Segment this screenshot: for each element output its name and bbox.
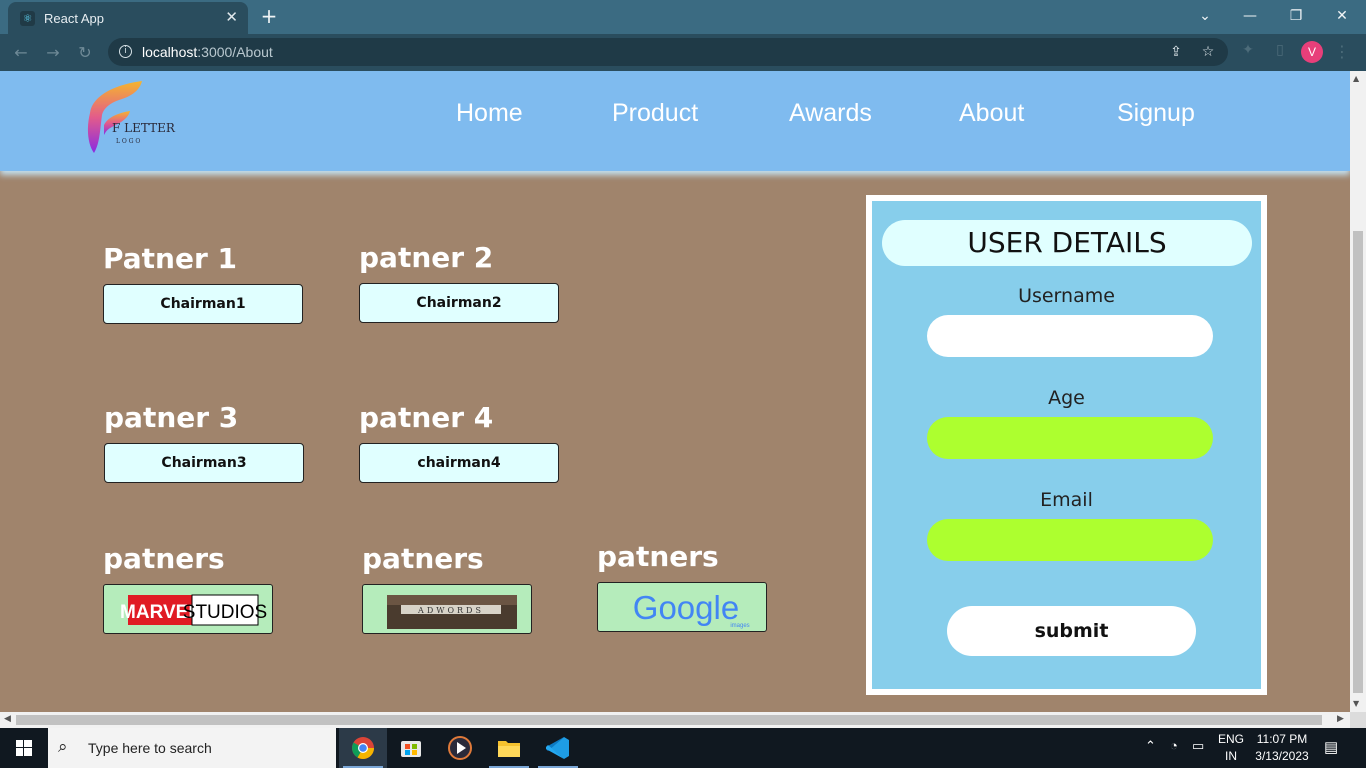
vscode-icon <box>546 737 569 759</box>
f-letter-logo[interactable]: F LETTER L O G O <box>82 79 192 157</box>
nav-awards-link[interactable]: Awards <box>789 99 872 128</box>
profile-avatar[interactable]: V <box>1301 41 1323 63</box>
partner-3-title: patner 3 <box>104 401 239 434</box>
vscode-taskbar-button[interactable] <box>534 728 582 768</box>
media-player-taskbar-button[interactable] <box>436 728 484 768</box>
chairman1-button[interactable]: Chairman1 <box>103 284 303 324</box>
email-input[interactable] <box>927 519 1213 561</box>
search-placeholder: Type here to search <box>88 740 212 756</box>
chairman2-button[interactable]: Chairman2 <box>359 283 559 323</box>
age-label: Age <box>1048 387 1085 409</box>
marvel-studios-logo-card[interactable]: MARVEL STUDIOS <box>103 584 273 634</box>
nav-signup-link[interactable]: Signup <box>1117 99 1195 128</box>
window-close-button[interactable]: ✕ <box>1322 5 1362 27</box>
notification-center-icon[interactable]: ▤ <box>1324 738 1338 756</box>
nav-product-link[interactable]: Product <box>612 99 698 128</box>
taskbar-search-box[interactable]: ⌕ Type here to search <box>48 728 336 768</box>
back-arrow-icon[interactable]: ← <box>10 42 32 64</box>
horizontal-scroll-thumb[interactable] <box>16 715 1322 725</box>
partners-title-marvel: patners <box>103 542 225 575</box>
svg-text:ADWORDS: ADWORDS <box>417 606 484 615</box>
age-input[interactable] <box>927 417 1213 459</box>
system-clock[interactable]: 11:07 PM 3/13/2023 <box>1250 731 1314 765</box>
partners-title-adwords: patners <box>362 542 484 575</box>
new-tab-button[interactable]: + <box>256 5 282 29</box>
media-player-icon <box>448 736 472 760</box>
file-explorer-taskbar-button[interactable] <box>485 728 533 768</box>
partner-4-title: patner 4 <box>359 401 494 434</box>
network-icon[interactable]: ◔ <box>1170 738 1178 753</box>
adwords-logo-card[interactable]: ADWORDS <box>362 584 532 634</box>
side-panel-icon[interactable]: ▯ <box>1270 42 1290 62</box>
logo-text: F LETTER <box>112 121 176 135</box>
battery-icon[interactable]: ▭ <box>1192 738 1204 754</box>
scroll-up-arrow-icon[interactable]: ▲ <box>1353 74 1359 83</box>
nav-home-link[interactable]: Home <box>456 99 523 128</box>
tab-search-icon[interactable]: ⌄ <box>1185 5 1225 27</box>
browser-tab[interactable]: ⚛ React App ✕ <box>8 2 248 34</box>
chairman4-button[interactable]: chairman4 <box>359 443 559 483</box>
scroll-right-arrow-icon[interactable]: ▶ <box>1337 714 1344 724</box>
adwords-logo: ADWORDS <box>387 595 517 629</box>
browser-toolbar: ← → ↻ i localhost:3000/About ⇪ ☆ ✦ ▯ V ⋮ <box>0 34 1366 71</box>
windows-taskbar: ⌕ Type here to search ⌃ ◔ ▭ ENG IN 11:07… <box>0 728 1366 768</box>
svg-text:Google: Google <box>633 589 739 626</box>
clock-time: 11:07 PM <box>1256 732 1308 746</box>
form-body: USER DETAILS Username Age Email submit <box>872 201 1261 689</box>
scrollbar-corner <box>1350 712 1366 728</box>
form-title: USER DETAILS <box>882 220 1252 266</box>
url-text[interactable]: localhost:3000/About <box>142 44 273 60</box>
store-icon <box>401 741 421 757</box>
scroll-left-arrow-icon[interactable]: ◀ <box>4 714 11 724</box>
tab-title: React App <box>44 11 104 26</box>
svg-text:images: images <box>730 623 749 629</box>
vertical-scroll-thumb[interactable] <box>1353 231 1363 693</box>
chrome-icon <box>352 737 374 759</box>
clock-date: 3/13/2023 <box>1255 749 1309 763</box>
partner-2-title: patner 2 <box>359 241 494 274</box>
start-button[interactable] <box>0 728 48 768</box>
page-viewport: F LETTER L O G O Home Product Awards Abo… <box>0 71 1350 712</box>
file-explorer-icon <box>498 741 520 757</box>
store-taskbar-button[interactable] <box>387 728 435 768</box>
marvel-studios-logo: MARVEL STUDIOS <box>120 594 267 626</box>
windows-logo-icon <box>16 740 32 756</box>
search-icon: ⌕ <box>58 737 68 757</box>
partners-title-google: patners <box>597 540 719 573</box>
browser-tab-strip: ⚛ React App ✕ + ⌄ — ❐ ✕ <box>0 0 1366 34</box>
horizontal-scrollbar[interactable]: ◀ ▶ <box>0 712 1350 728</box>
minimize-button[interactable]: — <box>1230 5 1270 27</box>
restore-button[interactable]: ❐ <box>1276 5 1316 27</box>
chrome-taskbar-button[interactable] <box>339 728 387 768</box>
scroll-down-arrow-icon[interactable]: ▼ <box>1353 699 1359 708</box>
nav-about-link[interactable]: About <box>959 99 1024 128</box>
reload-icon[interactable]: ↻ <box>74 42 96 64</box>
logo-subtext: L O G O <box>116 138 140 145</box>
site-info-icon[interactable]: i <box>119 45 132 58</box>
vertical-scrollbar[interactable]: ▲ ▼ <box>1350 71 1366 712</box>
forward-arrow-icon[interactable]: → <box>42 42 64 64</box>
tab-close-icon[interactable]: ✕ <box>225 8 238 26</box>
share-icon[interactable]: ⇪ <box>1166 43 1186 61</box>
browser-menu-icon[interactable]: ⋮ <box>1334 41 1350 63</box>
user-details-form: USER DETAILS Username Age Email submit <box>866 195 1267 695</box>
google-images-logo-card[interactable]: Google images <box>597 582 767 632</box>
email-label: Email <box>1040 489 1093 511</box>
address-bar[interactable]: i localhost:3000/About ⇪ ☆ <box>108 38 1228 66</box>
bookmark-star-icon[interactable]: ☆ <box>1198 43 1218 61</box>
show-hidden-icons-chevron-icon[interactable]: ⌃ <box>1145 738 1156 754</box>
google-logo: Google images <box>633 589 750 629</box>
username-input[interactable] <box>927 315 1213 357</box>
submit-button[interactable]: submit <box>947 606 1196 656</box>
extensions-puzzle-icon[interactable]: ✦ <box>1238 42 1258 62</box>
svg-text:STUDIOS: STUDIOS <box>183 602 267 623</box>
chairman3-button[interactable]: Chairman3 <box>104 443 304 483</box>
partner-1-title: Patner 1 <box>103 242 238 275</box>
input-language-indicator[interactable]: ENG IN <box>1214 731 1248 765</box>
username-label: Username <box>1018 285 1115 307</box>
react-favicon-icon: ⚛ <box>20 11 35 26</box>
site-navbar: F LETTER L O G O Home Product Awards Abo… <box>0 71 1350 171</box>
